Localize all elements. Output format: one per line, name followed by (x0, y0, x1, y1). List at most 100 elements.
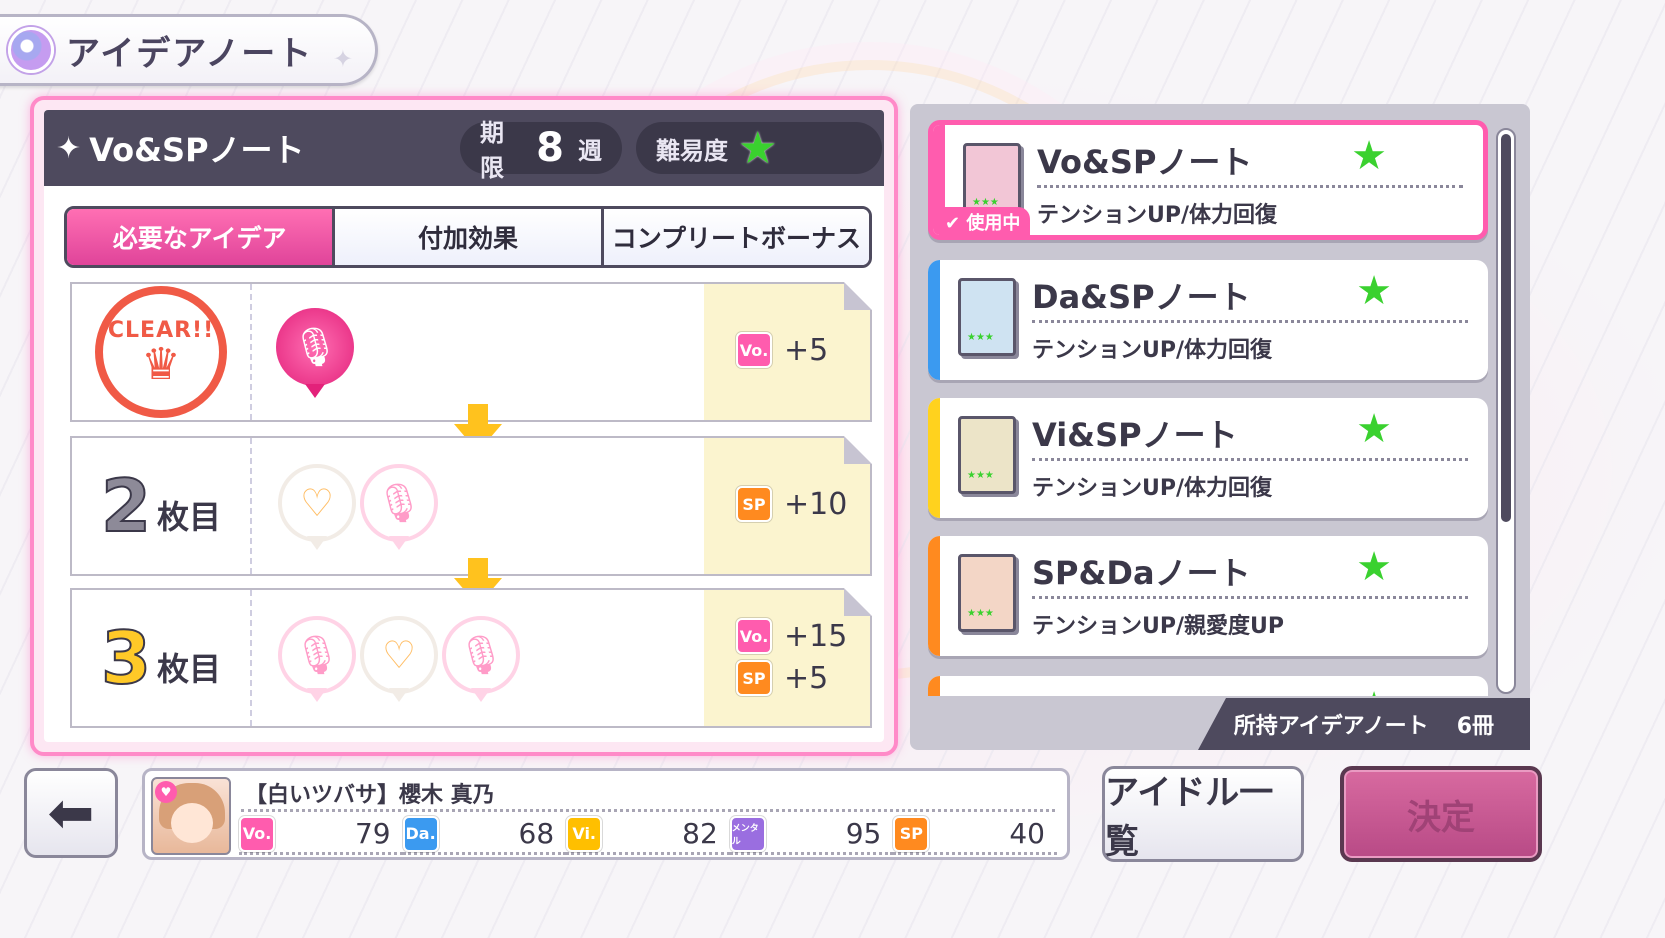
heart-idea-icon: ♡ (278, 464, 356, 542)
idea-row-1: CLEAR!! ♛ 🎙 Vo. +5 (70, 282, 872, 422)
mental-badge-icon: メンタル (729, 815, 766, 852)
sparkle-icon: ✦ (56, 130, 82, 166)
idol-info-box: ♥ 【白いツバサ】櫻木 真乃 Vo. 79 Da. 68 Vi. 82 メンタル… (142, 768, 1070, 860)
idea-note-icon (8, 27, 54, 73)
mic-idea-icon: 🎙 (360, 464, 438, 542)
reward-item: Vo. +15 (736, 618, 847, 654)
count-number: 3 (100, 616, 152, 700)
count-suffix: 枚目 (157, 650, 222, 688)
difficulty-star-icon: ★ (1356, 684, 1392, 696)
note-item-name: Da&SPノート (1032, 278, 1251, 316)
idol-stats: Vo. 79 Da. 68 Vi. 82 メンタル 95 SP 40 (239, 815, 1057, 855)
mic-idea-icon: 🎙 (442, 616, 520, 694)
favorite-badge-icon: ♥ (155, 781, 177, 803)
page-fold (844, 588, 872, 616)
stat-da: Da. 68 (402, 815, 567, 855)
count-cell: 3 枚目 (72, 590, 252, 726)
note-item-name: Vi&SPノート (1032, 416, 1238, 454)
back-button[interactable]: ⬅ (24, 768, 118, 858)
note-list-scrollbar[interactable] (1496, 128, 1516, 694)
vo-badge-icon: Vo. (736, 618, 772, 654)
note-list-item-vi-sp[interactable]: ★★★ Vi&SPノート ★ テンションUP/体力回復 (928, 398, 1488, 518)
difficulty-star-icon: ★ (1356, 544, 1392, 590)
difficulty-label: 難易度 (656, 136, 728, 165)
note-item-name: Vo&SPノート (1037, 143, 1253, 181)
clear-stamp-icon: CLEAR!! ♛ (95, 286, 227, 418)
arrow-down-icon (468, 404, 488, 426)
note-item-name: SP&Daノート (1032, 554, 1251, 592)
reward-value: +15 (784, 618, 848, 654)
idol-avatar: ♥ (151, 777, 231, 855)
note-list: ★★★ Vo&SPノート ★ テンションUP/体力回復 ✔ 使用中 ★★★ Da… (924, 114, 1494, 696)
reward-item: SP +10 (736, 486, 847, 522)
note-detail-panel: ✦ Vo&SPノート 期限 8 週 難易度 ★ 必要なアイデア 付加効果 コンプ… (30, 96, 898, 756)
count-number: 2 (100, 464, 152, 548)
stat-value: 82 (682, 817, 718, 850)
scroll-thumb[interactable] (1501, 134, 1511, 522)
arrow-down-icon (468, 558, 488, 580)
vo-badge-icon: Vo. (736, 332, 772, 368)
owned-value: 6冊 (1456, 714, 1494, 739)
vo-badge-icon: Vo. (239, 815, 275, 852)
note-item-effect: テンションUP/親愛度UP (1032, 614, 1285, 639)
deadline-unit: 週 (578, 136, 602, 165)
page-fold (844, 436, 872, 464)
difficulty-star-icon: ★ (1351, 133, 1387, 179)
note-list-item-da-sp[interactable]: ★★★ Da&SPノート ★ テンションUP/体力回復 (928, 260, 1488, 380)
idol-name: 【白いツバサ】櫻木 真乃 (245, 783, 495, 808)
sp-badge-icon: SP (893, 815, 930, 852)
idea-row-3: 3 枚目 🎙 ♡ 🎙 Vo. +15 SP +5 (70, 588, 872, 728)
detail-tabs: 必要なアイデア 付加効果 コンプリートボーナス (64, 206, 872, 268)
sparkle-icon: ✦ (332, 45, 353, 73)
stat-value: 68 (518, 817, 555, 850)
note-book-icon: ★★★ (958, 278, 1016, 356)
mic-idea-icon: 🎙 (276, 308, 354, 386)
idol-list-button[interactable]: アイドル一覧 (1102, 766, 1304, 862)
note-list-item-vo-sp[interactable]: ★★★ Vo&SPノート ★ テンションUP/体力回復 ✔ 使用中 (928, 120, 1488, 240)
reward-item: SP +5 (736, 660, 828, 696)
tab-required-ideas[interactable]: 必要なアイデア (67, 209, 336, 265)
note-book-icon: ★★★ (958, 416, 1016, 494)
count-suffix: 枚目 (157, 498, 222, 536)
sp-badge-icon: SP (736, 486, 772, 522)
page-fold (844, 282, 872, 310)
sp-badge-icon: SP (736, 660, 772, 696)
owned-label: 所持アイデアノート (1233, 714, 1429, 739)
deadline-value: 8 (536, 125, 564, 171)
deadline-pill: 期限 8 週 (460, 119, 622, 182)
stat-vo: Vo. 79 (239, 815, 403, 855)
mic-idea-icon: 🎙 (278, 616, 356, 694)
difficulty-star-icon: ★ (738, 122, 778, 174)
reward-item: Vo. +5 (736, 332, 828, 368)
idea-row-2: 2 枚目 ♡ 🎙 SP +10 (70, 436, 872, 576)
da-badge-icon: Da. (402, 815, 439, 852)
tab-complete-bonus[interactable]: コンプリートボーナス (603, 209, 869, 265)
stat-value: 79 (354, 817, 391, 850)
note-item-effect: テンションUP/体力回復 (1032, 338, 1273, 363)
stat-value: 95 (845, 817, 882, 850)
stat-mental: メンタル 95 (729, 815, 894, 855)
note-book-icon: ★★★ (958, 554, 1016, 632)
vi-badge-icon: Vi. (566, 815, 603, 852)
stat-value: 40 (1009, 817, 1045, 850)
reward-value: +5 (784, 660, 829, 696)
stat-sp: SP 40 (893, 815, 1057, 855)
tab-extra-effects[interactable]: 付加効果 (335, 209, 604, 265)
stat-vi: Vi. 82 (566, 815, 730, 855)
deadline-label: 期限 (480, 119, 504, 182)
reward-value: +5 (784, 332, 829, 368)
confirm-button[interactable]: 決定 (1340, 766, 1542, 862)
note-name: Vo&SPノート (89, 131, 305, 169)
back-arrow-icon: ⬅ (47, 780, 95, 846)
note-item-effect: テンションUP/体力回復 (1037, 203, 1278, 228)
clear-cell: CLEAR!! ♛ (72, 284, 252, 420)
note-list-panel: ★★★ Vo&SPノート ★ テンションUP/体力回復 ✔ 使用中 ★★★ Da… (910, 104, 1530, 750)
note-list-item-sp-da[interactable]: ★★★ SP&Daノート ★ テンションUP/親愛度UP (928, 536, 1488, 656)
note-list-item-partial[interactable]: ★ (928, 676, 1488, 696)
difficulty-star-icon: ★ (1356, 268, 1392, 314)
screen-title: アイデアノート (66, 33, 314, 74)
in-use-badge: ✔ 使用中 (939, 207, 1031, 235)
difficulty-pill: 難易度 ★ (636, 122, 882, 174)
difficulty-star-icon: ★ (1356, 406, 1392, 452)
reward-value: +10 (784, 486, 848, 522)
